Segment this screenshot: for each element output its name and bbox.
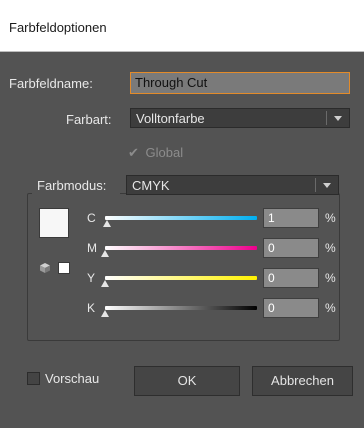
color-preview-swatch: [39, 208, 69, 238]
slider-label-y: Y: [87, 271, 96, 285]
slider-thumb-c[interactable]: [102, 220, 111, 227]
chevron-down-icon: [323, 183, 331, 188]
global-label: Global: [145, 145, 184, 160]
value-input-y[interactable]: 0: [263, 268, 319, 288]
window-title: Farbfeldoptionen: [9, 20, 107, 35]
color-type-dropdown[interactable]: Volltonfarbe: [130, 108, 350, 128]
global-checkbox[interactable]: ✔ Global: [128, 145, 183, 161]
color-mode-dropdown[interactable]: CMYK: [126, 175, 339, 195]
slider-label-k: K: [87, 301, 96, 315]
dropdown-separator: [315, 178, 316, 192]
slider-thumb-y[interactable]: [101, 280, 109, 287]
color-type-label: Farbart:: [66, 112, 112, 127]
percent-unit: %: [325, 211, 336, 225]
slider-track-c[interactable]: [105, 216, 257, 220]
slider-label-m: M: [87, 241, 97, 255]
slider-thumb-k[interactable]: [101, 310, 109, 317]
swatch-name-input[interactable]: Through Cut: [130, 72, 350, 94]
percent-unit: %: [325, 241, 336, 255]
value-input-k[interactable]: 0: [263, 298, 319, 318]
slider-track-k[interactable]: [105, 306, 257, 310]
value-input-c[interactable]: 1: [263, 208, 319, 228]
cube-icon[interactable]: [39, 262, 51, 274]
chevron-down-icon: [334, 116, 342, 121]
out-of-gamut-swatch[interactable]: [58, 262, 70, 274]
window-titlebar: Farbfeldoptionen: [0, 0, 364, 52]
swatch-name-value: Through Cut: [135, 75, 208, 90]
slider-track-y[interactable]: [105, 276, 257, 280]
swatch-name-label: Farbfeldname:: [9, 76, 93, 91]
percent-unit: %: [325, 301, 336, 315]
dropdown-separator: [326, 111, 327, 125]
color-mode-label: Farbmodus:: [37, 178, 107, 193]
slider-thumb-m[interactable]: [101, 250, 109, 257]
ok-button[interactable]: OK: [134, 366, 240, 396]
cancel-button[interactable]: Abbrechen: [252, 366, 353, 396]
slider-label-c: C: [87, 211, 96, 225]
preview-label: Vorschau: [45, 371, 100, 386]
checkmark-icon: ✔: [128, 145, 139, 160]
preview-checkbox[interactable]: [27, 372, 40, 385]
value-input-m[interactable]: 0: [263, 238, 319, 258]
percent-unit: %: [325, 271, 336, 285]
color-type-value: Volltonfarbe: [136, 111, 205, 126]
slider-track-m[interactable]: [105, 246, 257, 250]
color-mode-value: CMYK: [132, 178, 170, 193]
